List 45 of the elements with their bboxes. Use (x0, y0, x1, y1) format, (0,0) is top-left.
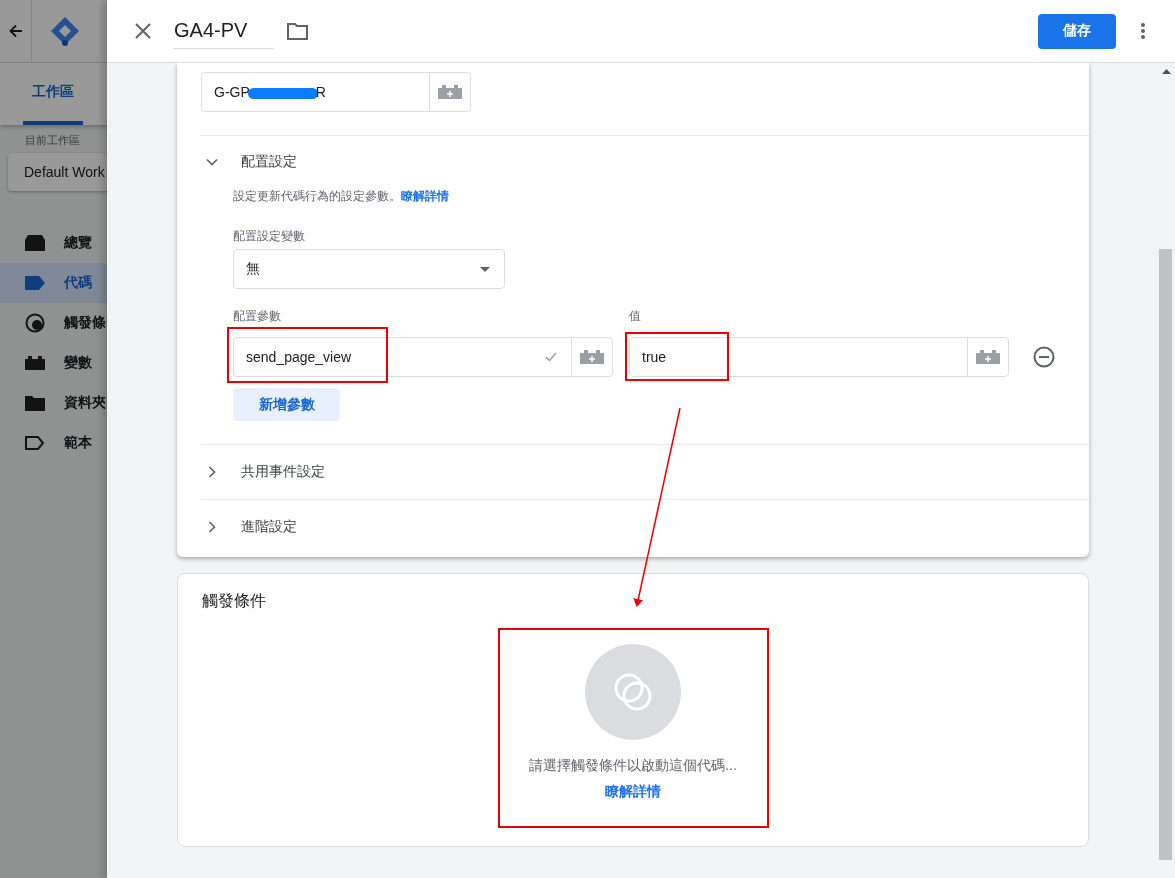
section-label: 目前工作區 (25, 133, 81, 147)
add-parameter-button[interactable]: 新增參數 (233, 388, 340, 421)
nav-item[interactable]: 範本 (0, 423, 107, 463)
variable-icon (25, 356, 45, 370)
field-label: 值 (629, 308, 641, 324)
section-header[interactable]: 配置設定 (201, 136, 1089, 188)
learn-more-link[interactable]: 瞭解詳情 (605, 783, 661, 801)
logo-icon (49, 15, 81, 47)
scroll-up-arrow-icon[interactable] (1162, 69, 1171, 74)
section-header[interactable]: 進階設定 (201, 500, 1089, 554)
more-menu-icon[interactable] (1141, 23, 1145, 39)
description: 設定更新代碼行為的設定參數。瞭解詳情 (233, 188, 450, 204)
remove-icon[interactable] (1033, 346, 1055, 368)
parameter-value: true (641, 349, 668, 365)
folder-icon (25, 395, 45, 411)
card-title: 觸發條件 (202, 591, 267, 611)
trigger-icon (25, 313, 45, 333)
tag-name-field[interactable]: GA4-PV (173, 13, 274, 49)
tag-icon (25, 276, 45, 290)
scrollbar[interactable] (1158, 63, 1175, 878)
template-icon (25, 436, 45, 450)
nav-item[interactable]: 資料夾 (0, 383, 107, 423)
input-field[interactable]: true (629, 337, 1009, 377)
variable-icon (580, 350, 604, 364)
nav-item[interactable]: 變數 (0, 343, 107, 383)
field-label: 配置設定變數 (233, 228, 306, 244)
variable-icon (438, 85, 462, 99)
dropdown-arrow-icon (480, 266, 490, 272)
learn-more-link[interactable]: 瞭解詳情 (401, 189, 449, 203)
workspace-selector[interactable]: Default Work (8, 153, 107, 191)
save-button[interactable]: 儲存 (1038, 13, 1116, 49)
folder-icon[interactable] (287, 22, 308, 40)
dropdown[interactable]: 無 (233, 249, 505, 289)
input-field[interactable]: send_page_view (233, 337, 613, 377)
nav-item[interactable]: 總覽 (0, 223, 107, 263)
drawer-icon (25, 235, 45, 251)
redaction-mark (247, 87, 318, 99)
field-label: 配置參數 (233, 308, 282, 324)
section-header[interactable]: 共用事件設定 (201, 445, 1089, 499)
close-icon[interactable] (135, 23, 151, 39)
input-field[interactable]: G-GP R (201, 72, 471, 112)
parameter-name: send_page_view (245, 349, 353, 365)
nav-item[interactable]: 觸發條 (0, 303, 107, 343)
empty-state-message: 請選擇觸發條件以啟動這個代碼... (529, 757, 737, 775)
variable-icon (976, 350, 1000, 364)
